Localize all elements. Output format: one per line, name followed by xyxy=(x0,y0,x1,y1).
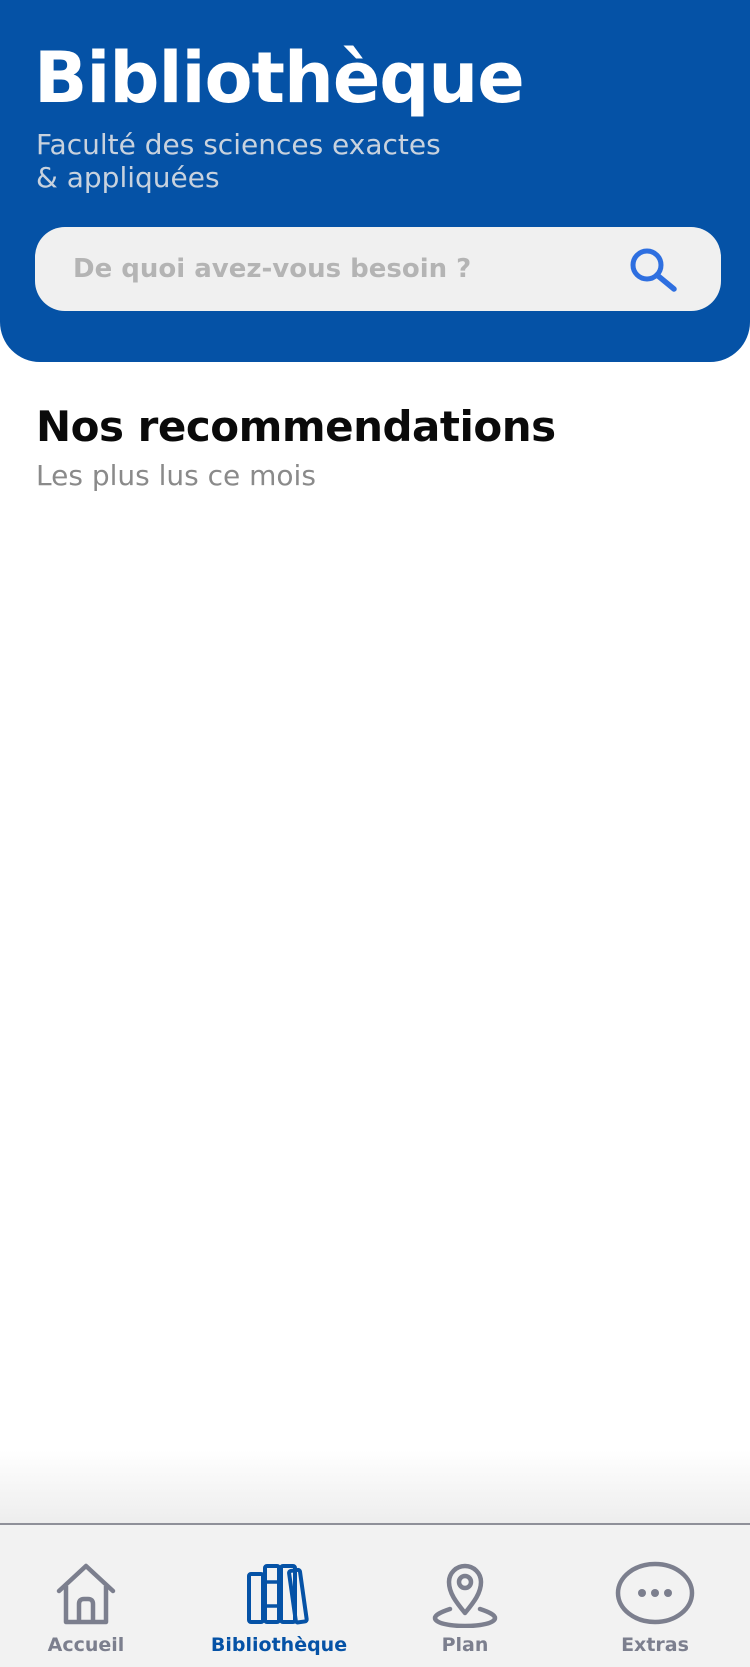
nav-item-plan[interactable]: Plan xyxy=(385,1525,545,1667)
nav-label-extras: Extras xyxy=(621,1634,689,1656)
nav-label-plan: Plan xyxy=(441,1634,489,1656)
nav-item-extras[interactable]: Extras xyxy=(575,1525,735,1667)
nav-label-accueil: Accueil xyxy=(47,1634,125,1656)
location-pin-icon xyxy=(432,1563,498,1628)
books-icon xyxy=(247,1564,309,1625)
home-icon xyxy=(56,1563,116,1625)
nav-item-accueil[interactable]: Accueil xyxy=(6,1525,166,1667)
page-title: Bibliothèque xyxy=(34,37,525,119)
search-icon[interactable] xyxy=(625,245,683,293)
bottom-fade xyxy=(0,1450,750,1524)
search-bar[interactable] xyxy=(35,227,721,311)
faculty-subtitle-line-2: & appliquées xyxy=(36,161,220,194)
bottom-navigation: Accueil Bibliothèque Plan Extras xyxy=(0,1523,750,1667)
faculty-subtitle-line-1: Faculté des sciences exactes xyxy=(36,128,441,161)
recommendations-subtitle: Les plus lus ce mois xyxy=(36,459,316,492)
search-input[interactable] xyxy=(73,254,593,284)
nav-item-bibliotheque[interactable]: Bibliothèque xyxy=(199,1525,359,1667)
faculty-subtitle: Faculté des sciences exactes & appliquée… xyxy=(36,128,441,194)
header: Bibliothèque Faculté des sciences exacte… xyxy=(0,0,750,362)
nav-label-bibliotheque: Bibliothèque xyxy=(210,1634,348,1656)
more-icon xyxy=(615,1561,695,1625)
recommendations-title: Nos recommendations xyxy=(36,402,556,451)
